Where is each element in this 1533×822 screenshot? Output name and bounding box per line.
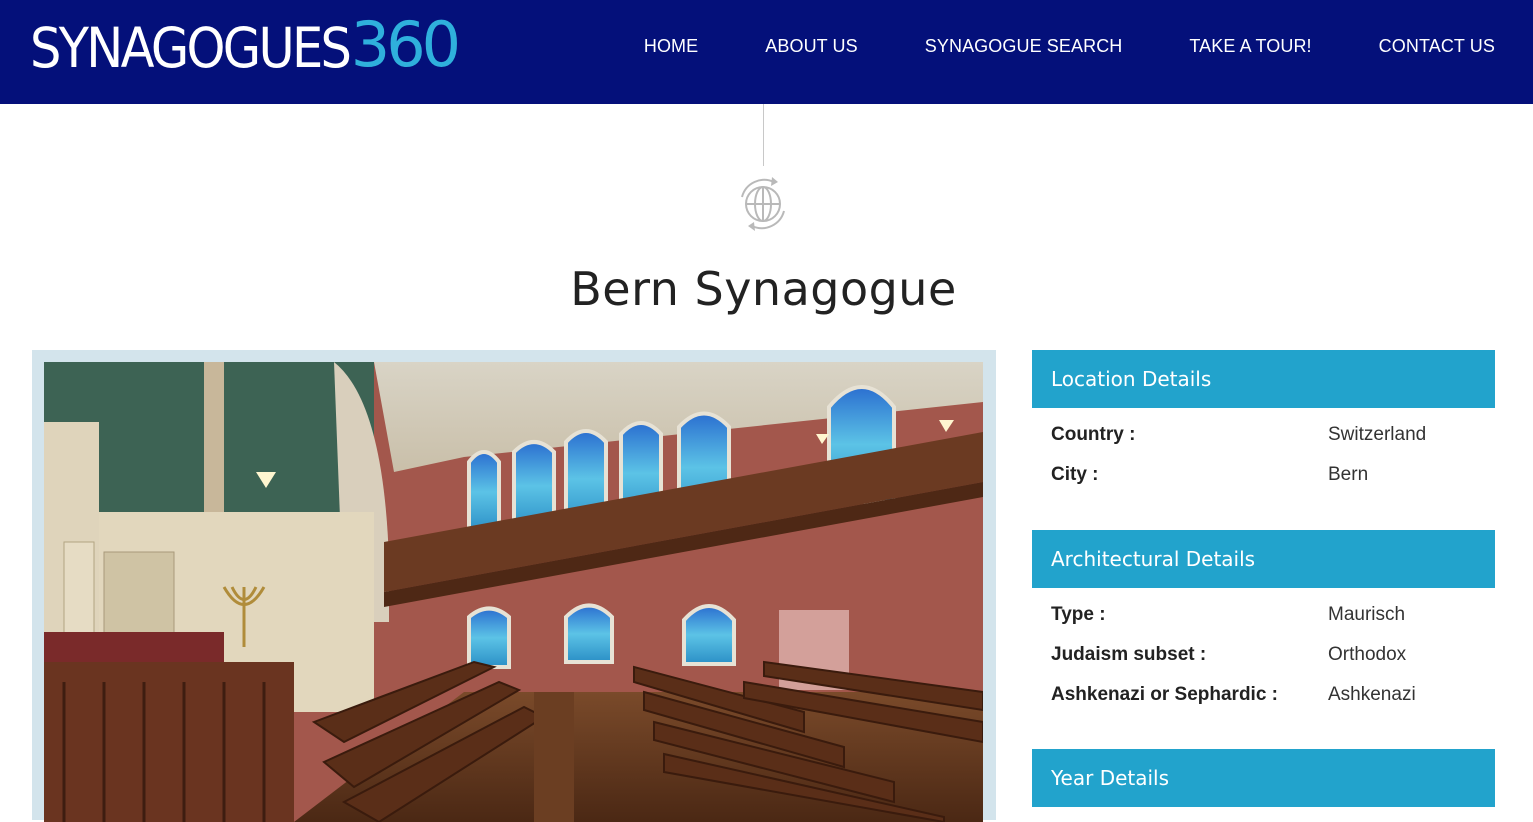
logo-word: SYNAGOGUES (30, 16, 352, 80)
city-label: City : (1051, 464, 1099, 485)
location-details-heading: Location Details (1032, 350, 1495, 408)
type-label: Type : (1051, 604, 1106, 625)
judaism-subset-label: Judaism subset : (1051, 644, 1207, 665)
site-header: SYNAGOGUES 360 HOME ABOUT US SYNAGOGUE S… (0, 0, 1533, 104)
nav-contact-us[interactable]: CONTACT US (1379, 36, 1495, 57)
location-details-panel: Location Details Country : Switzerland C… (1032, 350, 1495, 504)
ashkenazi-sephardic-value: Ashkenazi (1328, 684, 1416, 705)
city-value: Bern (1328, 464, 1369, 485)
photo-frame (32, 350, 996, 822)
architectural-details-panel: Architectural Details Type : Maurisch Ju… (1032, 530, 1495, 724)
year-details-heading: Year Details (1032, 749, 1495, 807)
main-nav: HOME ABOUT US SYNAGOGUE SEARCH TAKE A TO… (577, 36, 1495, 57)
nav-synagogue-search[interactable]: SYNAGOGUE SEARCH (925, 36, 1123, 57)
architectural-details-heading: Architectural Details (1032, 530, 1495, 588)
judaism-subset-value: Orthodox (1328, 644, 1407, 665)
divider-line (763, 104, 764, 166)
city-row: City : Bern (1032, 464, 1495, 504)
country-label: Country : (1051, 424, 1136, 445)
site-logo[interactable]: SYNAGOGUES 360 (30, 6, 461, 81)
type-row: Type : Maurisch (1032, 604, 1495, 644)
country-value: Switzerland (1328, 424, 1427, 445)
year-details-panel: Year Details (1032, 749, 1495, 807)
country-row: Country : Switzerland (1032, 424, 1495, 464)
ashkenazi-sephardic-row: Ashkenazi or Sephardic : Ashkenazi (1032, 684, 1495, 724)
ashkenazi-sephardic-label: Ashkenazi or Sephardic : (1051, 684, 1279, 705)
nav-home[interactable]: HOME (644, 36, 698, 57)
judaism-subset-row: Judaism subset : Orthodox (1032, 644, 1495, 684)
nav-about-us[interactable]: ABOUT US (765, 36, 858, 57)
nav-take-a-tour[interactable]: TAKE A TOUR! (1189, 36, 1311, 57)
page-title: Bern Synagogue (570, 262, 957, 316)
interior-illustration (44, 362, 983, 822)
type-value: Maurisch (1328, 604, 1406, 625)
logo-number: 360 (350, 8, 461, 81)
globe-360-icon (741, 177, 785, 231)
synagogue-interior-photo[interactable] (44, 362, 983, 822)
